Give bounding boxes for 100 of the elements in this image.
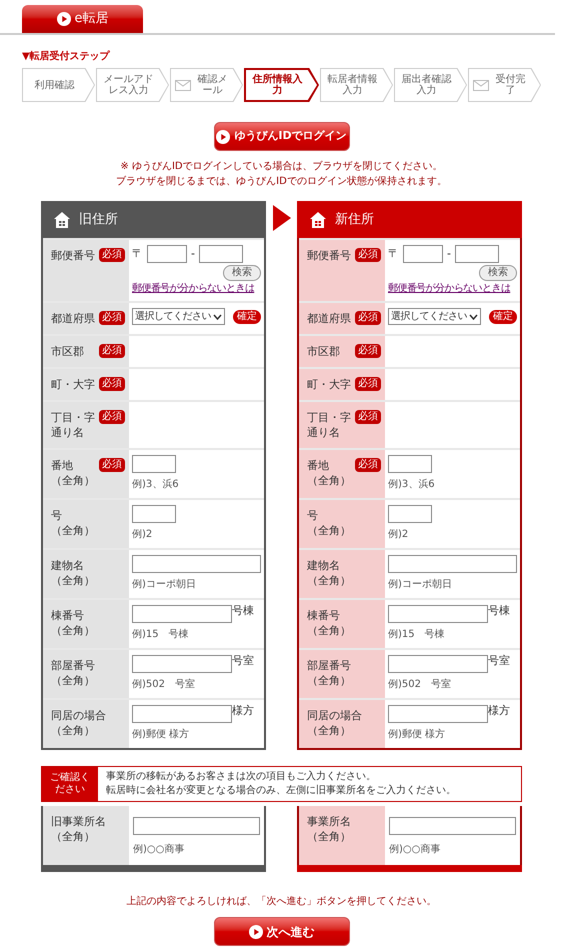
required-badge: 必須	[355, 344, 381, 358]
prefecture-select[interactable]: 選択してください	[132, 308, 225, 325]
field-label: 旧事業所名	[51, 814, 106, 829]
example-text: 例)コーポ朝日	[132, 578, 197, 592]
input-field[interactable]	[388, 655, 488, 673]
input-field[interactable]	[388, 505, 432, 523]
example-text: 例)15 号棟	[132, 628, 190, 642]
field-label: 棟番号	[51, 608, 85, 623]
prefecture-select[interactable]: 選択してください	[388, 308, 481, 325]
field-label: 棟番号	[307, 608, 341, 623]
field-label: 番地	[51, 458, 74, 473]
input-field[interactable]	[198, 245, 243, 263]
postal-mark: 〒	[388, 246, 399, 262]
field-label: 丁目・字	[51, 410, 95, 425]
login-note: ブラウザを閉じるまでは、ゆうびんIDでのログイン状態が保持されます。	[116, 174, 447, 189]
input-field[interactable]	[132, 505, 176, 523]
field-sublabel: 通り名	[51, 425, 85, 440]
input-field[interactable]	[147, 245, 187, 263]
input-field[interactable]	[388, 705, 488, 723]
field-sublabel: （全角）	[51, 829, 96, 844]
input-field[interactable]	[133, 817, 260, 835]
input-field[interactable]	[132, 655, 232, 673]
input-field[interactable]	[388, 605, 488, 623]
step-item: 住所情報入力	[244, 68, 319, 102]
login-button[interactable]: ゆうびんIDでログイン	[214, 122, 350, 151]
required-badge: 必須	[355, 311, 381, 325]
field-sublabel: （全角）	[307, 673, 351, 688]
field-sublabel: （全角）	[307, 573, 351, 588]
required-badge: 必須	[99, 248, 125, 262]
chevron-down-icon	[213, 314, 222, 320]
house-icon	[53, 210, 71, 228]
panel-title: 新住所	[335, 210, 374, 229]
field-label: 都道府県	[51, 311, 95, 326]
example-text: 例)コーポ朝日	[388, 578, 453, 592]
example-text: 例)3、浜6	[388, 478, 436, 492]
required-badge: 必須	[355, 377, 381, 391]
example-text: 例)○○商事	[389, 842, 442, 857]
notice-tag: ご確認ください	[42, 767, 98, 801]
input-field[interactable]	[388, 455, 432, 473]
required-badge: 必須	[355, 248, 381, 262]
footer-note: 上記の内容でよろしければ、「次へ進む」ボタンを押してください。	[126, 894, 436, 909]
field-label: 事業所名	[307, 814, 351, 829]
next-button[interactable]: 次へ進む	[214, 917, 350, 946]
confirm-button[interactable]: 確定	[233, 310, 261, 324]
example-text: 例)郵便 様方	[388, 728, 446, 742]
input-field[interactable]	[132, 555, 261, 573]
input-field[interactable]	[132, 605, 232, 623]
field-label: 市区郡	[51, 344, 84, 359]
mail-icon	[473, 80, 489, 90]
dash-text: -	[447, 246, 451, 262]
postal-help-link[interactable]: 郵便番号が分からないときは	[388, 281, 510, 296]
example-text: 例)○○商事	[133, 842, 186, 857]
unit-text: 様方	[488, 705, 510, 716]
field-label: 町・大字	[51, 377, 95, 392]
confirm-button[interactable]: 確定	[489, 310, 517, 324]
field-sublabel: （全角）	[51, 523, 95, 538]
mail-icon	[175, 80, 191, 90]
input-field[interactable]	[389, 817, 516, 835]
field-sublabel: （全角）	[307, 623, 351, 638]
unit-text: 号室	[232, 655, 254, 666]
chevron-down-icon	[469, 314, 478, 320]
field-label: 部屋番号	[307, 658, 351, 673]
required-badge: 必須	[99, 344, 125, 358]
field-label: 部屋番号	[51, 658, 95, 673]
input-field[interactable]	[454, 245, 499, 263]
required-badge: 必須	[99, 377, 125, 391]
field-sublabel: （全角）	[307, 829, 351, 844]
required-badge: 必須	[99, 458, 125, 472]
input-field[interactable]	[132, 705, 232, 723]
field-label: 同居の場合	[51, 708, 106, 723]
play-icon	[56, 12, 70, 26]
input-field[interactable]	[132, 455, 176, 473]
example-text: 例)2	[388, 528, 410, 542]
input-field[interactable]	[403, 245, 443, 263]
field-label: 建物名	[51, 558, 85, 573]
steps-title: ▼転居受付ステップ	[22, 49, 111, 64]
field-sublabel: 通り名	[307, 425, 341, 440]
search-button[interactable]: 検索	[223, 265, 261, 281]
required-badge: 必須	[99, 410, 125, 424]
play-icon	[216, 130, 230, 144]
notice-text: 転居時に会社名が変更となる場合のみ、左側に旧事業所名をご入力ください。	[106, 784, 456, 798]
step-item: メールアドレス入力	[96, 68, 169, 102]
field-label: 市区郡	[307, 344, 340, 359]
required-badge: 必須	[355, 458, 381, 472]
house-icon	[309, 210, 327, 228]
step-item: 受付完了	[468, 68, 541, 102]
postal-help-link[interactable]: 郵便番号が分からないときは	[132, 281, 254, 296]
field-sublabel: （全角）	[51, 673, 95, 688]
search-button[interactable]: 検索	[479, 265, 517, 281]
step-item: 届出者確認入力	[394, 68, 467, 102]
field-sublabel: （全角）	[307, 523, 351, 538]
field-sublabel: （全角）	[51, 573, 95, 588]
example-text: 例)502 号室	[388, 678, 452, 692]
input-field[interactable]	[388, 555, 517, 573]
field-label: 建物名	[307, 558, 341, 573]
field-label: 丁目・字	[307, 410, 351, 425]
notice-text: 事業所の移転があるお客さまは次の項目もご入力ください。	[106, 770, 377, 784]
field-sublabel: （全角）	[51, 473, 95, 488]
unit-text: 様方	[232, 705, 254, 716]
field-label: 都道府県	[307, 311, 351, 326]
